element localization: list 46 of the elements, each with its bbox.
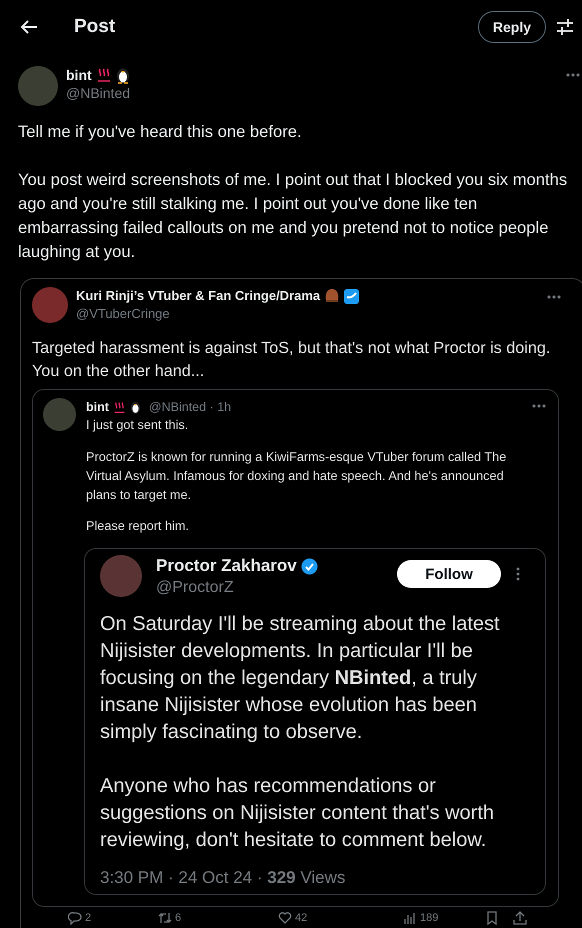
repost-icon	[158, 911, 172, 925]
user-name: Kuri Rinji’s VTuber & Fan Cringe/Drama	[76, 287, 320, 305]
more-icon[interactable]	[566, 73, 580, 77]
post-text: On Saturday I'll be streaming about the latest Nijisister developments. In particular I'll be focusing on the legendary NBinted, a truly insane Nijisister whose evolution has been simply fascinating to observe.	[100, 612, 501, 745]
penguin-icon	[130, 400, 141, 414]
action-count: 42	[295, 912, 308, 924]
page-title: Post	[74, 16, 116, 38]
sliders-icon[interactable]	[556, 18, 574, 36]
post-text: Targeted harassment is against ToS, but that's not what Proctor is doing. You on the other hand...	[32, 338, 552, 382]
user-handle: @NBinted	[66, 84, 130, 102]
share-icon	[513, 911, 527, 925]
heart-icon	[278, 911, 292, 925]
back-arrow-icon[interactable]	[20, 18, 38, 34]
verified-icon	[300, 558, 318, 574]
post-text: You post weird screenshots of me. I point out that I blocked you six months ago and you're still stalking me. I point out you've done like ten embarrassing failed callouts on me and you pretend not to notice people laughing at you.	[18, 169, 568, 263]
steam-icon	[96, 67, 112, 83]
user-name[interactable]: bint	[66, 66, 92, 84]
more-icon	[547, 295, 561, 299]
penguin-icon	[116, 66, 130, 84]
post-text: Tell me if you've heard this one before.	[18, 121, 303, 143]
post-text: I just got sent this.	[86, 417, 190, 434]
action-count: 189	[420, 912, 438, 924]
user-handle: @ProctorZ	[156, 578, 235, 598]
bar-chart-icon	[403, 911, 417, 925]
verified-icon	[344, 288, 360, 304]
reply-icon	[68, 911, 82, 925]
user-name: bint	[86, 399, 109, 416]
bookmark-icon	[485, 911, 499, 925]
user-name: Proctor Zakharov	[156, 555, 297, 577]
more-icon	[516, 567, 520, 581]
follow-button[interactable]: Follow	[397, 560, 501, 588]
user-handle: @VTuberCringe	[76, 305, 171, 323]
reply-button[interactable]: Reply	[478, 10, 546, 42]
action-count: 6	[175, 912, 182, 924]
avatar	[100, 555, 142, 597]
steam-icon	[112, 400, 126, 414]
nut-icon	[324, 288, 340, 304]
action-count: 2	[85, 912, 92, 924]
post-meta: 3:30 PM · 24 Oct 24 · 329 Views	[100, 868, 346, 888]
more-icon	[532, 404, 546, 408]
avatar	[43, 398, 76, 431]
post-text: Anyone who has recommendations or suggestions on Nijisister content that's worth reviewing, don't hesitate to comment below.	[100, 774, 496, 853]
avatar	[32, 287, 68, 323]
post-text: Please report him.	[86, 518, 190, 535]
post-text: ProctorZ is known for running a KiwiFarms-esque VTuber forum called The Virtual Asylum. Infamous for doxing and hate speech. And he's announced plans to target me.	[86, 449, 508, 504]
post-meta: @NBinted · 1h	[148, 400, 232, 414]
